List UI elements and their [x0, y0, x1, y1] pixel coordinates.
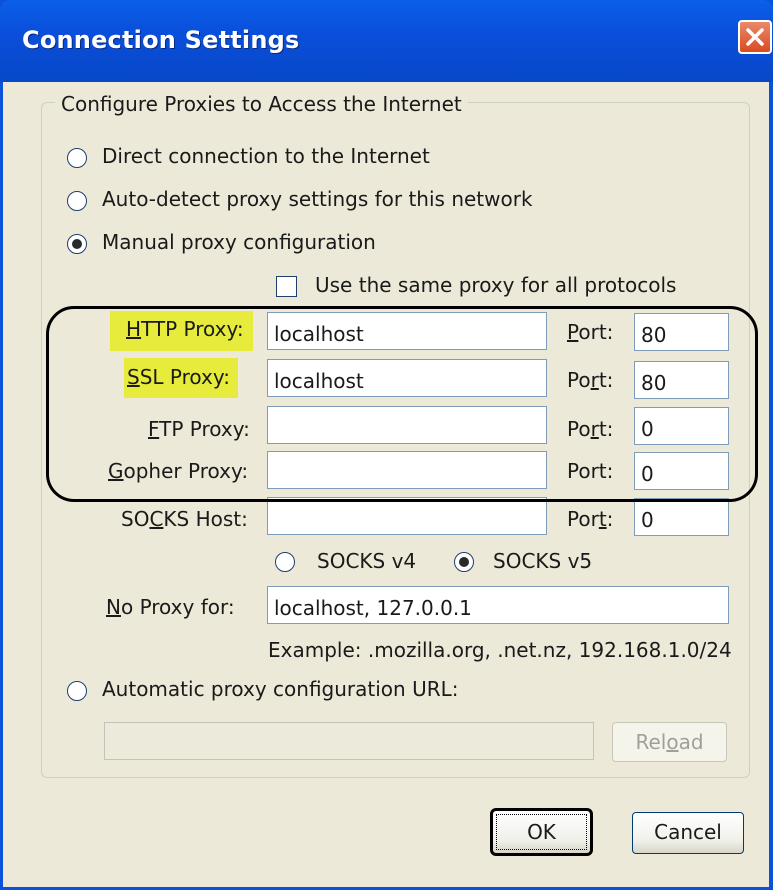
- label-autourl[interactable]: Automatic proxy configuration URL:: [102, 677, 459, 701]
- no-proxy-example: Example: .mozilla.org, .net.nz, 192.168.…: [268, 638, 732, 662]
- http-port-input[interactable]: 80: [634, 313, 729, 351]
- label-manual[interactable]: Manual proxy configuration: [102, 230, 376, 254]
- reload-button[interactable]: Reload: [612, 722, 727, 762]
- close-button[interactable]: [738, 20, 772, 54]
- socks-host-label: SOCKS Host:: [121, 507, 248, 531]
- cancel-button[interactable]: Cancel: [632, 812, 744, 854]
- dialog-body: Configure Proxies to Access the Internet…: [3, 82, 769, 887]
- label-direct[interactable]: Direct connection to the Internet: [102, 144, 430, 168]
- ftp-port-label: Port:: [567, 417, 614, 441]
- ftp-port-input[interactable]: 0: [634, 407, 729, 445]
- label-socks-v5[interactable]: SOCKS v5: [493, 549, 592, 573]
- same-proxy-label[interactable]: Use the same proxy for all protocols: [315, 273, 676, 297]
- ssl-port-input[interactable]: 80: [634, 361, 729, 399]
- radio-autourl[interactable]: [67, 681, 87, 701]
- ssl-proxy-label: SSL Proxy:: [124, 358, 238, 398]
- label-socks-v4[interactable]: SOCKS v4: [317, 549, 416, 573]
- connection-settings-window: Connection Settings Configure Proxies to…: [0, 0, 773, 890]
- ftp-proxy-input[interactable]: [267, 406, 547, 444]
- http-proxy-input[interactable]: localhost: [267, 312, 547, 350]
- focus-rect: [496, 814, 587, 850]
- socks-host-input[interactable]: [267, 497, 547, 535]
- no-proxy-label: No Proxy for:: [106, 595, 235, 619]
- socks-port-label: Port:: [567, 507, 614, 531]
- ftp-proxy-label: FTP Proxy:: [148, 417, 250, 441]
- ssl-port-label: Port:: [567, 368, 614, 392]
- radio-socks-v5[interactable]: [454, 552, 474, 572]
- close-icon: [746, 28, 764, 46]
- window-title: Connection Settings: [22, 26, 300, 54]
- http-proxy-label: HTTP Proxy:: [110, 311, 253, 351]
- no-proxy-input[interactable]: localhost, 127.0.0.1: [267, 586, 729, 624]
- radio-manual[interactable]: [67, 234, 87, 254]
- group-legend: Configure Proxies to Access the Internet: [55, 92, 468, 116]
- label-autodetect[interactable]: Auto-detect proxy settings for this netw…: [102, 187, 533, 211]
- socks-port-input[interactable]: 0: [634, 498, 729, 536]
- http-port-label: Port:: [567, 320, 614, 344]
- radio-socks-v4[interactable]: [275, 552, 295, 572]
- ok-button[interactable]: OK: [490, 808, 593, 856]
- ssl-proxy-input[interactable]: localhost: [267, 359, 547, 397]
- radio-direct[interactable]: [67, 148, 87, 168]
- same-proxy-checkbox[interactable]: [276, 276, 297, 297]
- gopher-proxy-input[interactable]: [267, 451, 547, 489]
- autourl-input[interactable]: [104, 722, 594, 760]
- radio-autodetect[interactable]: [67, 191, 87, 211]
- title-bar[interactable]: Connection Settings: [0, 0, 773, 82]
- gopher-port-label: Port:: [567, 459, 614, 483]
- gopher-proxy-label: Gopher Proxy:: [108, 459, 249, 483]
- gopher-port-input[interactable]: 0: [634, 452, 729, 490]
